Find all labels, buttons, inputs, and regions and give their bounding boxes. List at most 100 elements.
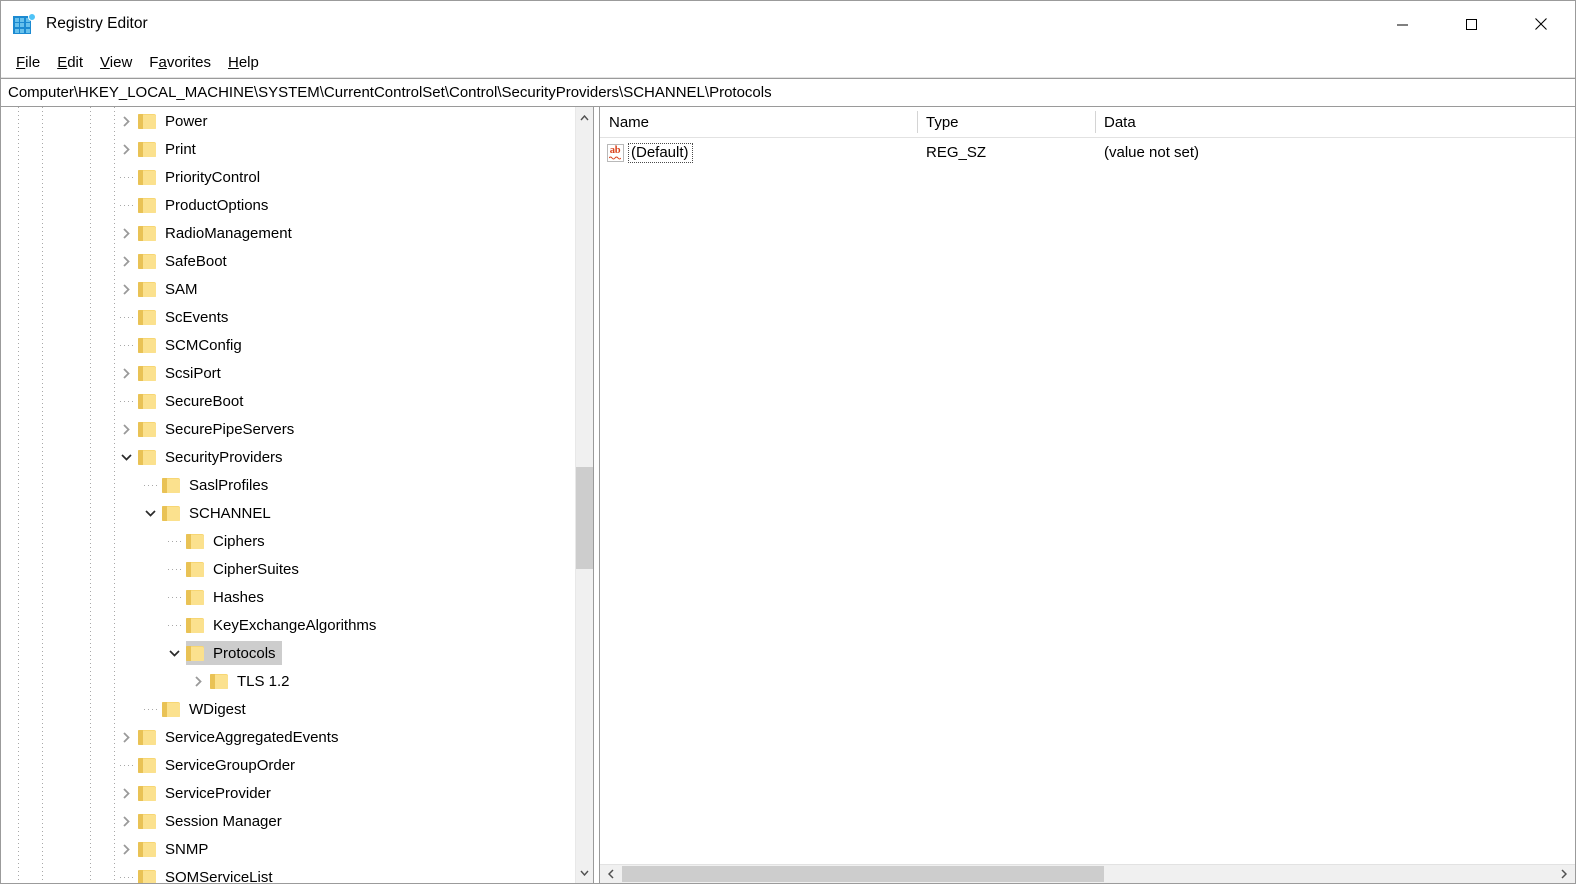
tree-item-sam[interactable]: SAM [1, 275, 575, 303]
tree-node[interactable]: Print [138, 137, 202, 161]
chevron-right-icon[interactable] [114, 835, 138, 863]
pane-splitter[interactable] [593, 107, 600, 883]
tree-item-securityproviders[interactable]: SecurityProviders [1, 443, 575, 471]
tree-node[interactable]: Protocols [186, 641, 282, 665]
tree-node[interactable]: SecurityProviders [138, 445, 289, 469]
tree-node[interactable]: SNMP [138, 837, 214, 861]
tree-item-scevents[interactable]: ScEvents [1, 303, 575, 331]
chevron-right-icon[interactable] [114, 807, 138, 835]
tree-node[interactable]: SafeBoot [138, 249, 233, 273]
tree-item-safeboot[interactable]: SafeBoot [1, 247, 575, 275]
scroll-down-icon[interactable] [576, 864, 593, 881]
minimize-button[interactable] [1368, 1, 1437, 47]
chevron-right-icon[interactable] [114, 359, 138, 387]
chevron-right-icon[interactable] [114, 247, 138, 275]
menu-edit[interactable]: Edit [50, 52, 93, 73]
tree-item-label: CipherSuites [213, 560, 299, 578]
tree-item-ciphers[interactable]: Ciphers [1, 527, 575, 555]
tree-item-servicegrouporder[interactable]: ServiceGroupOrder [1, 751, 575, 779]
tree-item-protocols[interactable]: Protocols [1, 639, 575, 667]
tree-item-securepipeservers[interactable]: SecurePipeServers [1, 415, 575, 443]
values-scroll-thumb[interactable] [622, 866, 1104, 882]
tree-node[interactable]: KeyExchangeAlgorithms [186, 613, 382, 637]
column-header-type[interactable]: Type [917, 107, 1095, 137]
tree-node[interactable]: PriorityControl [138, 165, 266, 189]
tree-vertical-scrollbar[interactable] [575, 107, 593, 883]
tree-item-serviceaggregatedevents[interactable]: ServiceAggregatedEvents [1, 723, 575, 751]
tree-item-print[interactable]: Print [1, 135, 575, 163]
chevron-right-icon[interactable] [186, 667, 210, 695]
tree-item-secureboot[interactable]: SecureBoot [1, 387, 575, 415]
values-horizontal-scrollbar[interactable] [600, 864, 1575, 883]
folder-icon [138, 225, 156, 241]
tree-node[interactable]: TLS 1.2 [210, 669, 296, 693]
tree-node[interactable]: SaslProfiles [162, 473, 274, 497]
tree-item-scsiport[interactable]: ScsiPort [1, 359, 575, 387]
tree-node[interactable]: ServiceAggregatedEvents [138, 725, 344, 749]
tree-node[interactable]: SAM [138, 277, 204, 301]
menu-file[interactable]: File [9, 52, 50, 73]
tree-item-tls-1-2[interactable]: TLS 1.2 [1, 667, 575, 695]
folder-icon [186, 561, 204, 577]
close-button[interactable] [1506, 1, 1575, 47]
tree-connector [120, 205, 133, 206]
tree-node[interactable]: Hashes [186, 585, 270, 609]
tree-item-label: SOMServiceList [165, 868, 273, 884]
tree-node[interactable]: WDigest [162, 697, 252, 721]
folder-icon [186, 617, 204, 633]
address-bar[interactable]: Computer\HKEY_LOCAL_MACHINE\SYSTEM\Curre… [1, 78, 1575, 107]
tree-node[interactable]: SecurePipeServers [138, 417, 300, 441]
tree-item-keyexchangealgorithms[interactable]: KeyExchangeAlgorithms [1, 611, 575, 639]
tree-node[interactable]: CipherSuites [186, 557, 305, 581]
chevron-down-icon[interactable] [114, 443, 138, 471]
chevron-right-icon[interactable] [114, 275, 138, 303]
menu-favorites[interactable]: Favorites [142, 52, 221, 73]
chevron-right-icon[interactable] [114, 779, 138, 807]
value-name-cell[interactable]: ab (Default) [600, 142, 917, 163]
chevron-right-icon[interactable] [114, 415, 138, 443]
column-header-name[interactable]: Name [600, 107, 917, 137]
tree-node[interactable]: ServiceGroupOrder [138, 753, 301, 777]
tree-item-prioritycontrol[interactable]: PriorityControl [1, 163, 575, 191]
tree-node[interactable]: ServiceProvider [138, 781, 277, 805]
tree-item-hashes[interactable]: Hashes [1, 583, 575, 611]
tree-item-serviceprovider[interactable]: ServiceProvider [1, 779, 575, 807]
tree-item-power[interactable]: Power [1, 107, 575, 135]
tree-node[interactable]: SCHANNEL [162, 501, 277, 525]
menu-help[interactable]: Help [221, 52, 269, 73]
tree-node[interactable]: Ciphers [186, 529, 271, 553]
tree-item-snmp[interactable]: SNMP [1, 835, 575, 863]
tree-item-schannel[interactable]: SCHANNEL [1, 499, 575, 527]
tree-item-productoptions[interactable]: ProductOptions [1, 191, 575, 219]
maximize-button[interactable] [1437, 1, 1506, 47]
tree-node[interactable]: SCMConfig [138, 333, 248, 357]
menu-view[interactable]: View [93, 52, 142, 73]
chevron-down-icon[interactable] [162, 639, 186, 667]
scroll-right-icon[interactable] [1555, 865, 1573, 883]
tree-item-scmconfig[interactable]: SCMConfig [1, 331, 575, 359]
tree-node[interactable]: RadioManagement [138, 221, 298, 245]
tree-node[interactable]: ScsiPort [138, 361, 227, 385]
tree-item-ciphersuites[interactable]: CipherSuites [1, 555, 575, 583]
tree-item-somservicelist[interactable]: SOMServiceList [1, 863, 575, 883]
tree-item-session-manager[interactable]: Session Manager [1, 807, 575, 835]
scroll-left-icon[interactable] [602, 865, 620, 883]
chevron-down-icon[interactable] [138, 499, 162, 527]
tree-node[interactable]: ProductOptions [138, 193, 274, 217]
scroll-up-icon[interactable] [576, 109, 593, 126]
table-row[interactable]: ab (Default) REG_SZ (value not set) [600, 138, 1575, 167]
tree-item-radiomanagement[interactable]: RadioManagement [1, 219, 575, 247]
tree-item-wdigest[interactable]: WDigest [1, 695, 575, 723]
chevron-right-icon[interactable] [114, 135, 138, 163]
tree-node[interactable]: Power [138, 109, 214, 133]
tree-node[interactable]: ScEvents [138, 305, 234, 329]
column-header-data[interactable]: Data [1095, 107, 1575, 137]
tree-item-saslprofiles[interactable]: SaslProfiles [1, 471, 575, 499]
tree-node[interactable]: SOMServiceList [138, 865, 279, 883]
chevron-right-icon[interactable] [114, 107, 138, 135]
chevron-right-icon[interactable] [114, 723, 138, 751]
tree-scroll-thumb[interactable] [576, 467, 593, 569]
tree-node[interactable]: Session Manager [138, 809, 288, 833]
tree-node[interactable]: SecureBoot [138, 389, 249, 413]
chevron-right-icon[interactable] [114, 219, 138, 247]
